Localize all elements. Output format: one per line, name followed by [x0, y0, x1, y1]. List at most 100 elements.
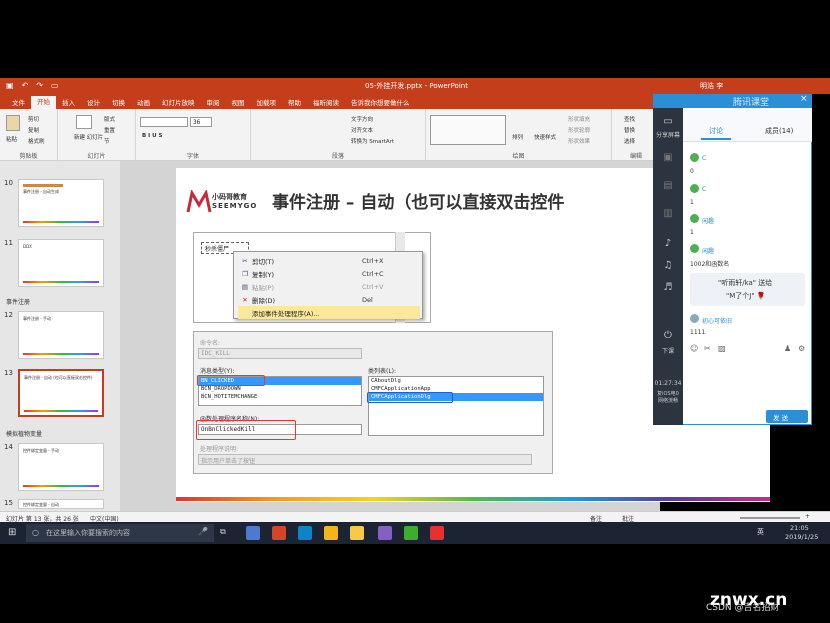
image-icon[interactable]: ▨ [718, 344, 726, 353]
slide-thumbnail-10[interactable]: 事件注册 - 自动生成 [18, 179, 104, 227]
volume-icon[interactable]: ♪ [653, 238, 683, 249]
chat-message: 1111 [690, 329, 706, 336]
tell-me-box[interactable]: 告诉我你想要做什么 [345, 97, 416, 107]
explorer-icon[interactable] [350, 526, 364, 540]
tab-slideshow[interactable]: 幻灯片放映 [156, 97, 201, 107]
tab-animations[interactable]: 动画 [131, 97, 156, 107]
thumbnail-title: DDX [23, 244, 32, 249]
clock-time[interactable]: 21:05 [790, 524, 809, 532]
slide-thumbnail-11[interactable]: DDX [18, 239, 104, 287]
tab-transitions[interactable]: 切换 [106, 97, 131, 107]
tab-addins[interactable]: 加载项 [251, 97, 283, 107]
microphone-icon[interactable]: ♫ [653, 260, 683, 271]
gift-line-1: "听雨轩/ka" 送给 [718, 279, 773, 287]
clock-date[interactable]: 2019/1/25 [785, 533, 818, 541]
undo-icon[interactable]: ↶ [22, 81, 29, 90]
font-size-box[interactable]: 36 [190, 117, 212, 127]
chat-panel-header: 腾讯课堂 × [653, 94, 812, 108]
font-name-box[interactable] [140, 117, 188, 127]
app-icon-red[interactable] [430, 526, 444, 540]
tab-review[interactable]: 审阅 [201, 97, 226, 107]
end-class-label[interactable]: 下课 [653, 346, 683, 355]
bold-button[interactable]: B I U S [142, 133, 162, 139]
camtasia-icon-1[interactable] [404, 526, 418, 540]
quick-styles-button[interactable]: 快速样式 [534, 133, 556, 141]
paste-icon[interactable] [6, 115, 20, 131]
align-text-button[interactable]: 对齐文本 [351, 126, 373, 134]
tab-file[interactable]: 文件 [6, 97, 31, 107]
ppt-icon[interactable]: ▥ [653, 208, 683, 219]
whiteboard-icon[interactable]: ▤ [653, 180, 683, 191]
tab-active-underline [701, 138, 731, 140]
user-icon[interactable]: ♟ [784, 344, 791, 353]
copy-button[interactable]: 复制 [28, 126, 39, 134]
shapes-gallery[interactable] [430, 115, 506, 145]
tab-members[interactable]: 成员(14) [765, 126, 793, 136]
microphone-icon[interactable]: 🎤 [198, 527, 208, 536]
send-button[interactable]: 发 送 [766, 410, 808, 423]
taskbar-search-input[interactable]: 在这里输入你要搜索的内容 [26, 524, 214, 542]
smartart-button[interactable]: 转换为 SmartArt [351, 137, 394, 145]
arrange-button[interactable]: 排列 [512, 133, 523, 141]
select-button[interactable]: 选择 [624, 137, 635, 145]
save-icon[interactable]: ▣ [6, 81, 14, 90]
tab-discussion[interactable]: 讨论 [709, 126, 723, 136]
slide-thumbnail-13-selected[interactable]: 事件注册 - 自动 (也可以直接双击控件) [18, 369, 104, 417]
slide-thumbnail-14[interactable]: 控件绑定变量 - 手动 [18, 443, 104, 491]
thumbnail-rainbow [23, 281, 99, 283]
scissors-icon[interactable]: ✂ [704, 344, 711, 353]
csdn-credit: CSDN @吉名招财 [706, 603, 780, 613]
music-icon[interactable]: ♬ [653, 282, 683, 293]
app-icon-2[interactable] [324, 526, 338, 540]
section-header[interactable]: 模拟植物变量 [6, 429, 42, 438]
close-icon[interactable]: × [800, 94, 808, 104]
ime-indicator[interactable]: 英 [757, 527, 764, 537]
task-view-icon[interactable]: ⧉ [220, 527, 226, 537]
chat-input[interactable] [683, 356, 811, 406]
new-slide-icon[interactable] [76, 115, 92, 129]
tab-home[interactable]: 开始 [31, 96, 56, 109]
end-class-icon[interactable]: ⏻ [653, 330, 683, 341]
new-slide-button[interactable]: 新建 幻灯片 [74, 133, 103, 141]
tab-design[interactable]: 设计 [81, 97, 106, 107]
highlight-box-red [196, 420, 296, 440]
highlight-box-red [197, 375, 265, 386]
thumbnail-title: 控件绑定变量 - 手动 [23, 448, 59, 453]
zoom-slider[interactable] [740, 517, 800, 519]
tab-help[interactable]: 帮助 [282, 97, 307, 107]
settings-icon[interactable]: ⚙ [798, 344, 805, 353]
windows-start-icon[interactable]: ⊞ [8, 527, 16, 538]
section-button[interactable]: 节 [104, 137, 110, 145]
share-screen-icon[interactable]: ▭ [653, 116, 683, 127]
zoom-in-button[interactable]: + [805, 513, 810, 520]
text-direction-button[interactable]: 文字方向 [351, 115, 373, 123]
tab-foxit[interactable]: 福昕阅读 [307, 97, 345, 107]
shape-effects-button[interactable]: 形状效果 [568, 137, 590, 145]
redo-icon[interactable]: ↷ [36, 81, 43, 90]
slide-thumbnail-12[interactable]: 事件注册 - 手动 [18, 311, 104, 359]
shape-outline-button[interactable]: 形状轮廓 [568, 126, 590, 134]
slide-thumbnail-15[interactable]: 控件绑定变量 - 自动 [18, 499, 104, 509]
tab-insert[interactable]: 插入 [56, 97, 81, 107]
layout-button[interactable]: 版式 [104, 115, 115, 123]
highlight-box-blue [367, 392, 453, 403]
reset-button[interactable]: 重置 [104, 126, 115, 134]
tab-view[interactable]: 视图 [226, 97, 251, 107]
visualstudio-icon[interactable] [378, 526, 392, 540]
cut-button[interactable]: 剪切 [28, 115, 39, 123]
paste-button[interactable]: 粘贴 [6, 135, 17, 143]
format-painter-button[interactable]: 格式刷 [28, 137, 45, 145]
app-icon-1[interactable] [246, 526, 260, 540]
emoji-icon[interactable]: ☺ [690, 344, 698, 353]
camera-icon[interactable]: ▣ [653, 152, 683, 163]
share-screen-label[interactable]: 分享屏幕 [653, 130, 683, 139]
gift-line-2: "M了个J" 🌹 [726, 292, 766, 300]
find-button[interactable]: 查找 [624, 115, 635, 123]
powerpoint-icon[interactable] [272, 526, 286, 540]
quick-access-toolbar: ▣ ↶ ↷ ▭ [6, 81, 59, 90]
replace-button[interactable]: 替换 [624, 126, 635, 134]
visualstudio-code-icon[interactable] [298, 526, 312, 540]
present-icon[interactable]: ▭ [51, 81, 59, 90]
shape-fill-button[interactable]: 形状填充 [568, 115, 590, 123]
section-header[interactable]: 事件注册 [6, 297, 30, 306]
